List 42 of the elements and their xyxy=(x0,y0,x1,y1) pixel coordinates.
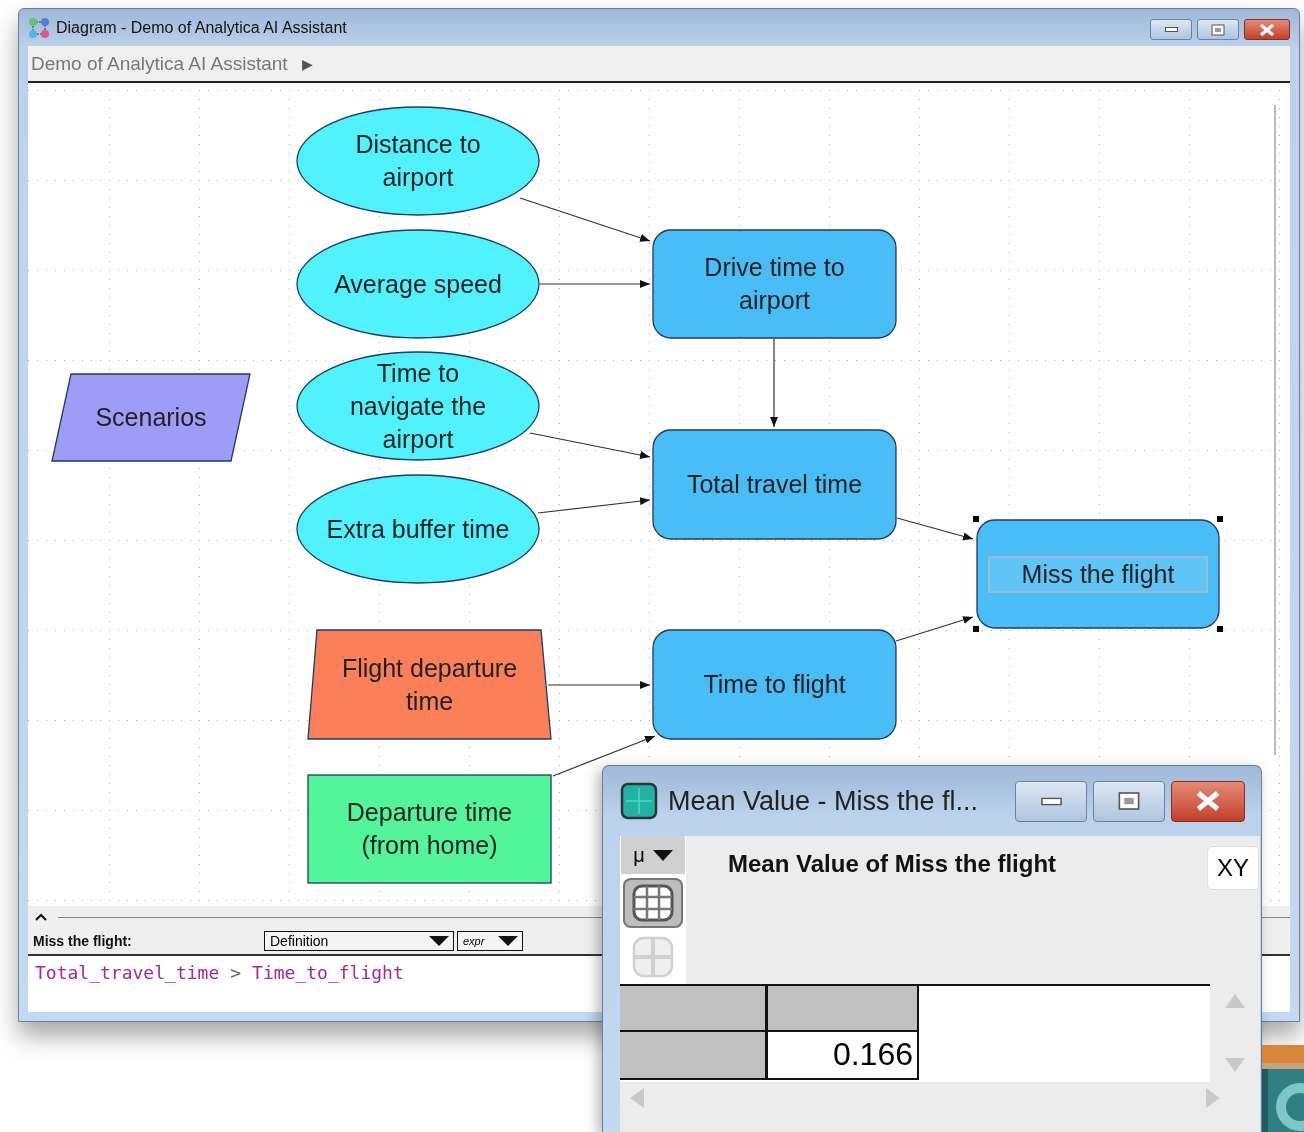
variable-node[interactable]: Miss the flight xyxy=(976,519,1220,629)
xy-button[interactable]: XY xyxy=(1207,846,1259,890)
caret-icon xyxy=(652,849,673,861)
table-view-button[interactable] xyxy=(623,878,683,928)
close-button[interactable] xyxy=(1171,780,1245,822)
minimize-button[interactable] xyxy=(1015,780,1087,822)
attribute-dropdown[interactable]: Definition xyxy=(264,931,454,951)
index-node[interactable]: Scenarios xyxy=(51,373,251,462)
decision-node[interactable]: Flight departure time xyxy=(307,629,552,740)
maximize-button[interactable] xyxy=(1093,780,1165,822)
minimize-button[interactable] xyxy=(1150,19,1192,40)
breadcrumb-link[interactable]: Demo of Analytica AI Assistant xyxy=(31,52,288,75)
identifier-text: Time_to_flight xyxy=(252,962,404,983)
table-icon xyxy=(620,782,658,820)
collapse-icon[interactable] xyxy=(34,912,48,922)
caret-icon xyxy=(498,936,518,946)
identifier-text: Total_travel_time xyxy=(35,962,220,983)
node-title: Miss the flight: xyxy=(33,933,133,949)
caret-icon xyxy=(429,936,449,946)
value-cell: 0.166 xyxy=(768,1032,919,1080)
close-icon xyxy=(1257,22,1277,37)
statistic-menu[interactable]: μ xyxy=(621,836,685,874)
operator-text: > xyxy=(230,962,242,983)
window-title: Mean Value - Miss the fl... xyxy=(668,785,979,817)
maximize-icon xyxy=(1208,22,1228,37)
maximize-button[interactable] xyxy=(1197,19,1239,40)
variable-node[interactable]: Total travel time xyxy=(652,429,897,540)
result-heading: Mean Value of Miss the flight xyxy=(728,850,1057,878)
close-button[interactable] xyxy=(1244,19,1290,40)
window-title: Diagram - Demo of Analytica AI Assistant xyxy=(56,18,347,37)
constant-node[interactable]: Departure time (from home) xyxy=(307,774,552,884)
breadcrumb-arrow[interactable]: ▶ xyxy=(301,55,313,72)
variable-node[interactable]: Time to flight xyxy=(652,629,897,740)
chance-node[interactable]: Time to navigate the airport xyxy=(296,351,540,461)
minimize-icon xyxy=(1164,27,1178,32)
chance-node[interactable]: Average speed xyxy=(296,229,540,339)
variable-node[interactable]: Drive time to airport xyxy=(652,229,897,339)
diagram-icon xyxy=(28,16,50,39)
chance-node[interactable]: Distance to airport xyxy=(296,106,540,216)
view-dropdown[interactable]: expr xyxy=(457,931,523,951)
chance-node[interactable]: Extra buffer time xyxy=(296,474,540,584)
minimize-icon xyxy=(1040,797,1062,805)
